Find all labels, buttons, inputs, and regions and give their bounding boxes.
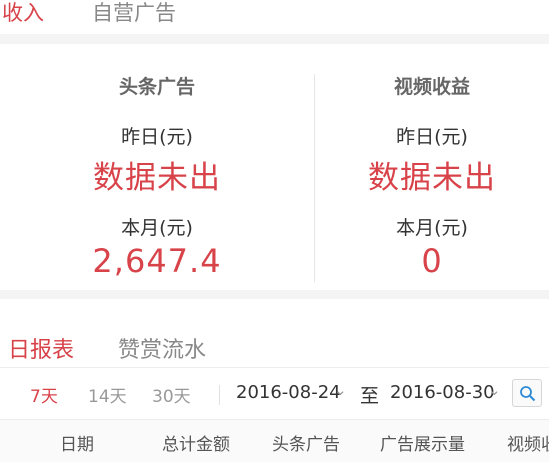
video-revenue-column: 视频收益 昨日(元) 数据未出 本月(元) 0 <box>315 44 549 290</box>
tab-divider <box>0 367 549 368</box>
headline-ads-yesterday-label: 昨日(元) <box>121 126 193 148</box>
column-header-video-revenue: 视频收 <box>507 435 549 455</box>
filter-7-days[interactable]: 7天 <box>30 382 58 407</box>
tab-daily-report[interactable]: 日报表 <box>8 332 74 364</box>
video-revenue-month-value: 0 <box>421 242 443 280</box>
end-date-select[interactable]: 2016-08-30 <box>390 382 495 403</box>
chevron-down-icon[interactable]: ⌄ <box>334 381 347 399</box>
filter-14-days[interactable]: 14天 <box>88 382 127 407</box>
search-icon <box>520 386 536 402</box>
tab-tips-ledger[interactable]: 赞赏流水 <box>118 332 206 364</box>
top-tab-bar: 收入 自营广告 <box>0 0 549 34</box>
headline-ads-title: 头条广告 <box>118 76 195 98</box>
filter-separator <box>219 385 220 405</box>
column-header-ad-impressions: 广告展示量 <box>380 435 465 455</box>
filter-30-days[interactable]: 30天 <box>152 382 191 407</box>
video-revenue-yesterday-value: 数据未出 <box>368 160 496 196</box>
start-date-select[interactable]: 2016-08-24 <box>236 382 341 403</box>
video-revenue-title: 视频收益 <box>393 76 470 98</box>
tab-income[interactable]: 收入 <box>2 1 44 25</box>
chevron-down-icon[interactable]: ⌄ <box>488 381 501 399</box>
search-button[interactable] <box>512 379 542 407</box>
tab-self-ads[interactable]: 自营广告 <box>92 1 176 25</box>
video-revenue-yesterday-label: 昨日(元) <box>396 126 468 148</box>
headline-ads-yesterday-value: 数据未出 <box>93 160 221 196</box>
headline-ads-month-label: 本月(元) <box>121 217 193 239</box>
video-revenue-month-label: 本月(元) <box>396 217 468 239</box>
report-card: 日报表 赞赏流水 7天 14天 30天 2016-08-24 ⌄ 至 2016-… <box>0 299 549 462</box>
revenue-summary-card: 头条广告 昨日(元) 数据未出 本月(元) 2,647.4 视频收益 昨日(元)… <box>0 44 549 290</box>
date-range-to-label: 至 <box>360 385 380 407</box>
headline-ads-month-value: 2,647.4 <box>92 242 222 280</box>
column-header-total: 总计金额 <box>162 435 230 455</box>
headline-ads-column: 头条广告 昨日(元) 数据未出 本月(元) 2,647.4 <box>0 44 314 290</box>
column-header-date: 日期 <box>60 435 94 455</box>
table-header: 日期 总计金额 头条广告 广告展示量 视频收 <box>0 419 549 462</box>
column-header-headline-ads: 头条广告 <box>272 435 340 455</box>
